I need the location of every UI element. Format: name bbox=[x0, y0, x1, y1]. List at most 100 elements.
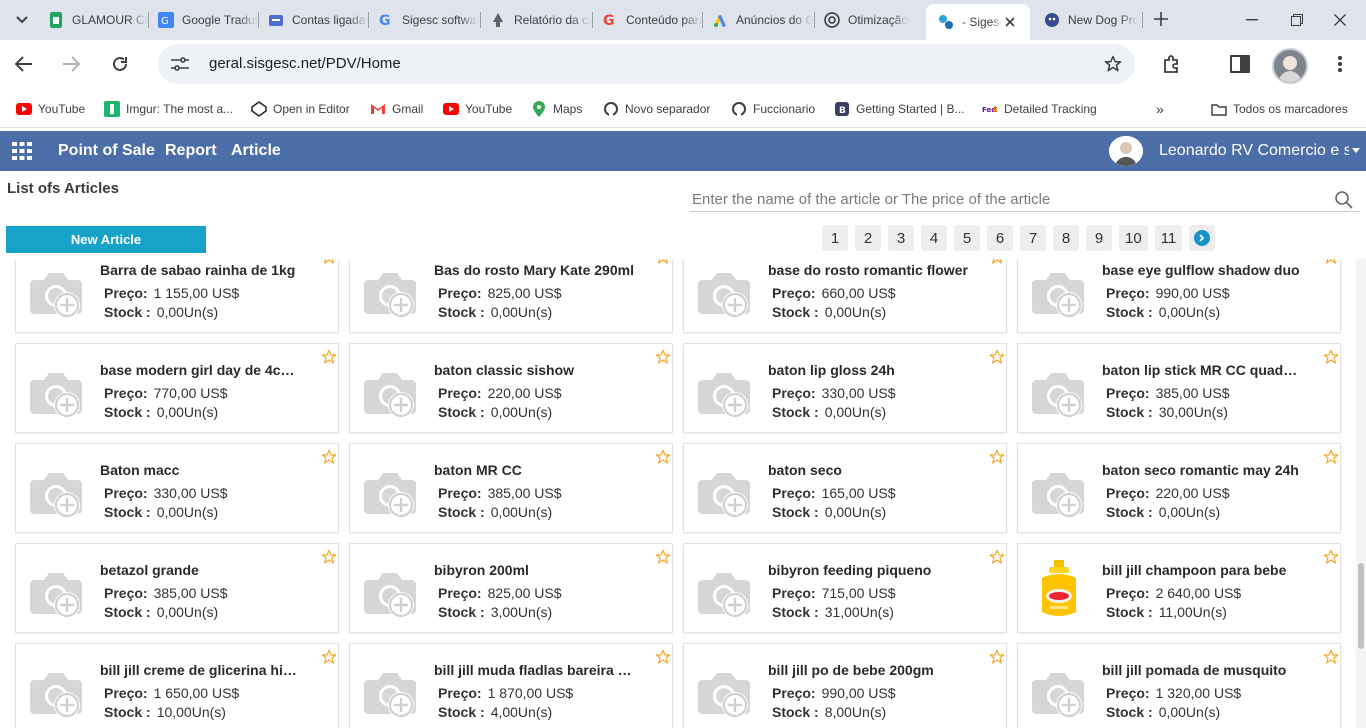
article-card[interactable]: baton seco Preço: 165,00 US$ Stock : 0,00U… bbox=[683, 443, 1007, 533]
new-tab-button[interactable] bbox=[1150, 8, 1172, 30]
article-card[interactable]: bibyron 200ml Preço: 825,00 US$ Stock : 3,… bbox=[349, 543, 673, 633]
star-icon[interactable] bbox=[321, 649, 337, 665]
star-icon[interactable] bbox=[989, 449, 1005, 465]
star-icon[interactable] bbox=[655, 549, 671, 565]
new-article-button[interactable]: New Article bbox=[6, 226, 206, 253]
page-button[interactable]: 11 bbox=[1154, 225, 1183, 251]
browser-tab[interactable]: G Conteúdo para bbox=[602, 6, 702, 34]
site-info-icon[interactable] bbox=[168, 54, 192, 74]
star-icon[interactable] bbox=[321, 549, 337, 565]
article-card[interactable]: base eye gulflow shadow duo Preço: 990,00… bbox=[1017, 259, 1341, 333]
bookmarks-overflow-button[interactable]: » bbox=[1156, 100, 1164, 118]
restore-button[interactable] bbox=[1283, 6, 1311, 34]
browser-tab[interactable]: Otimização bbox=[824, 6, 918, 34]
browser-tab[interactable]: New Dog Profile bbox=[1044, 6, 1138, 34]
bookmark-item[interactable]: B Getting Started | B... bbox=[834, 100, 965, 118]
side-panel-button[interactable] bbox=[1226, 50, 1254, 78]
star-icon[interactable] bbox=[655, 449, 671, 465]
browser-menu-button[interactable] bbox=[1326, 50, 1354, 78]
page-scrollbar[interactable] bbox=[1356, 259, 1366, 728]
star-icon[interactable] bbox=[989, 649, 1005, 665]
close-icon[interactable] bbox=[1002, 14, 1018, 30]
url-text[interactable]: geral.sisgesc.net/PDV/Home bbox=[209, 55, 401, 72]
scrollbar-thumb[interactable] bbox=[1358, 563, 1364, 649]
article-card[interactable]: Baton macc Preço: 330,00 US$ Stock : 0,00U… bbox=[15, 443, 339, 533]
article-card[interactable]: bill jill pomada de musquito Preço: 1 320… bbox=[1017, 643, 1341, 728]
article-card[interactable]: base do rosto romantic flower Preço: 660,… bbox=[683, 259, 1007, 333]
article-card[interactable]: bill jill muda fladlas bareira creme Pre… bbox=[349, 643, 673, 728]
profile-avatar[interactable] bbox=[1272, 48, 1308, 84]
star-icon[interactable] bbox=[321, 449, 337, 465]
menu-article[interactable]: Article bbox=[231, 142, 281, 160]
apps-grid-icon[interactable] bbox=[12, 142, 32, 160]
article-card[interactable]: Barra de sabao rainha de 1kg Preço: 1 155… bbox=[15, 259, 339, 333]
article-card[interactable]: bibyron feeding piqueno Preço: 715,00 US$… bbox=[683, 543, 1007, 633]
page-button[interactable]: 8 bbox=[1053, 225, 1079, 251]
bookmark-item[interactable]: Open in Editor bbox=[251, 100, 350, 118]
page-button[interactable]: 3 bbox=[888, 225, 914, 251]
extensions-button[interactable] bbox=[1158, 50, 1186, 78]
caret-down-icon[interactable] bbox=[1352, 148, 1360, 153]
page-button[interactable]: 1 bbox=[822, 225, 848, 251]
article-card[interactable]: bill jill champoon para bebe Preço: 2 640… bbox=[1017, 543, 1341, 633]
article-card[interactable]: baton lip gloss 24h Preço: 330,00 US$ Sto… bbox=[683, 343, 1007, 433]
browser-tab[interactable]: Relatório da campanha bbox=[490, 6, 590, 34]
reload-button[interactable] bbox=[106, 50, 134, 78]
menu-point-of-sale[interactable]: Point of Sale bbox=[58, 142, 155, 160]
article-card[interactable]: bill jill creme de glicerina hidratante … bbox=[15, 643, 339, 728]
bookmark-item[interactable]: YouTube bbox=[16, 100, 85, 118]
browser-tab[interactable]: Anúncios do Google bbox=[712, 6, 812, 34]
bookmark-item[interactable]: Gmail bbox=[370, 100, 423, 118]
browser-tab[interactable]: G Google Tradutor bbox=[158, 6, 258, 34]
browser-tab[interactable]: G Sigesc software bbox=[378, 6, 478, 34]
minimize-button[interactable] bbox=[1238, 6, 1266, 34]
page-button[interactable]: 2 bbox=[855, 225, 881, 251]
all-bookmarks-folder[interactable]: Todos os marcadores bbox=[1211, 100, 1348, 118]
star-icon[interactable] bbox=[1323, 259, 1339, 265]
star-icon[interactable] bbox=[1323, 649, 1339, 665]
star-icon[interactable] bbox=[655, 259, 671, 265]
address-bar[interactable]: geral.sisgesc.net/PDV/Home bbox=[158, 44, 1135, 84]
bookmark-item[interactable]: Fuccionario bbox=[731, 100, 815, 118]
user-name-dropdown[interactable]: Leonardo RV Comercio e serviços bbox=[1159, 142, 1349, 160]
star-icon[interactable] bbox=[321, 259, 337, 265]
back-button[interactable] bbox=[10, 50, 38, 78]
article-card[interactable]: baton classic sishow Preço: 220,00 US$ St… bbox=[349, 343, 673, 433]
search-icon[interactable] bbox=[1334, 190, 1354, 210]
page-button[interactable]: 6 bbox=[987, 225, 1013, 251]
article-card[interactable]: baton MR CC Preço: 385,00 US$ Stock : 0,00… bbox=[349, 443, 673, 533]
bookmark-star-icon[interactable] bbox=[1103, 54, 1123, 74]
star-icon[interactable] bbox=[655, 349, 671, 365]
star-icon[interactable] bbox=[989, 349, 1005, 365]
star-icon[interactable] bbox=[1323, 549, 1339, 565]
page-button[interactable]: 4 bbox=[921, 225, 947, 251]
star-icon[interactable] bbox=[1323, 449, 1339, 465]
star-icon[interactable] bbox=[989, 549, 1005, 565]
user-avatar[interactable] bbox=[1109, 136, 1143, 166]
browser-tab[interactable]: GLAMOUR COSMETICOS bbox=[48, 6, 148, 34]
next-page-button[interactable] bbox=[1189, 225, 1216, 251]
article-card[interactable]: base modern girl day de 4cores Preço: 770… bbox=[15, 343, 339, 433]
bookmark-item[interactable]: Novo separador bbox=[603, 100, 710, 118]
bookmark-item[interactable]: FedEx Detailed Tracking bbox=[982, 100, 1097, 118]
page-button[interactable]: 5 bbox=[954, 225, 980, 251]
star-icon[interactable] bbox=[655, 649, 671, 665]
browser-tab[interactable]: Contas ligadas bbox=[268, 6, 368, 34]
page-button[interactable]: 9 bbox=[1086, 225, 1112, 251]
article-card[interactable]: Bas do rosto Mary Kate 290ml Preço: 825,0… bbox=[349, 259, 673, 333]
bookmark-item[interactable]: YouTube bbox=[443, 100, 512, 118]
page-button[interactable]: 10 bbox=[1119, 225, 1148, 251]
article-card[interactable]: baton seco romantic may 24h Preço: 220,00… bbox=[1017, 443, 1341, 533]
menu-report[interactable]: Report bbox=[165, 142, 217, 160]
article-card[interactable]: betazol grande Preço: 385,00 US$ Stock : 0… bbox=[15, 543, 339, 633]
article-card[interactable]: bill jill po de bebe 200gm Preço: 990,00 … bbox=[683, 643, 1007, 728]
tab-search-button[interactable] bbox=[8, 6, 36, 34]
search-input[interactable] bbox=[690, 188, 1310, 210]
page-button[interactable]: 7 bbox=[1020, 225, 1046, 251]
forward-button[interactable] bbox=[57, 50, 85, 78]
bookmark-item[interactable]: Imgur: The most a... bbox=[104, 100, 233, 118]
browser-tab-active[interactable]: - Sigesc bbox=[926, 4, 1030, 40]
bookmark-item[interactable]: Maps bbox=[531, 100, 582, 118]
star-icon[interactable] bbox=[989, 259, 1005, 265]
star-icon[interactable] bbox=[1323, 349, 1339, 365]
